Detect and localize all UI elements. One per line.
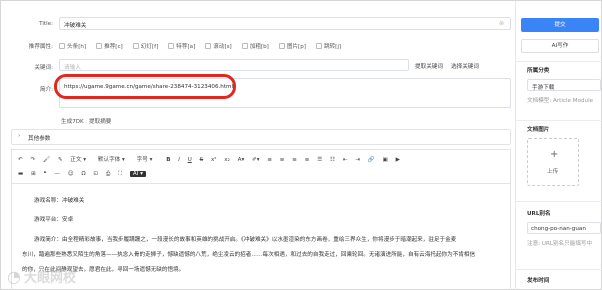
plus-icon: + — [550, 149, 559, 160]
preview-icon[interactable]: ⊡ — [93, 171, 98, 177]
attr-checkbox-image[interactable]: 图片[p] — [278, 42, 306, 50]
image-icon[interactable]: ▣ — [382, 157, 387, 163]
keyword-placeholder: 请输入 — [64, 65, 81, 71]
watermark: ◔ 大眼网校 — [7, 267, 76, 286]
divider — [516, 201, 602, 202]
divider — [516, 120, 602, 121]
extract-keyword-link[interactable]: 提取关键词 — [415, 62, 443, 70]
title-value: 冲破难关 — [64, 23, 87, 29]
emoji-icon[interactable]: ☺ — [68, 171, 74, 177]
ai-assist-button[interactable]: AI ▾ — [129, 171, 146, 177]
font-size-select[interactable]: 字号 ▾ — [137, 155, 153, 163]
print-icon[interactable]: ⎙ — [106, 171, 110, 178]
category-value: 手游下载 — [532, 85, 555, 91]
align-center-icon[interactable]: ≡ — [280, 157, 285, 163]
content-line-platform: 游戏平台：安卓 — [34, 217, 74, 223]
toolbar-row-1: ↶ ↷ 🖌 ✎ 正文 ▾ 默认字体 ▾ 字号 ▾ B I U S x² x₂ A… — [18, 155, 406, 163]
divider — [516, 269, 602, 270]
url-alias-value: chong-po-nan-guan — [531, 226, 586, 232]
app-window: Title: 冲破难关 ⊗ 推荐属性: 头条[h] 推荐[c] 幻灯[f] 特荐… — [0, 0, 602, 290]
select-keyword-link[interactable]: 选择关键词 — [451, 62, 479, 70]
clear-icon[interactable]: ⊗ — [499, 20, 504, 27]
title-label: Title: — [39, 21, 53, 27]
italic-icon[interactable]: I — [178, 157, 180, 163]
fullscreen-icon[interactable]: ⛶ — [118, 171, 122, 178]
ai-write-button[interactable]: AI写作 — [521, 39, 599, 53]
paragraph-select[interactable]: 正文 ▾ — [70, 155, 86, 163]
undo-icon[interactable]: ↶ — [18, 157, 23, 163]
editor-toolbar: ↶ ↷ 🖌 ✎ 正文 ▾ 默认字体 ▾ 字号 ▾ B I U S x² x₂ A… — [11, 149, 511, 183]
code-icon[interactable]: ▬ — [18, 171, 23, 177]
attr-checkbox-bold[interactable]: 加粗[b] — [241, 42, 269, 50]
attr-checkbox-jump[interactable]: 跳转[j] — [315, 42, 341, 50]
generate-7dk-link[interactable]: 生成7DK — [61, 117, 84, 125]
text-color-icon[interactable]: A▾ — [238, 157, 245, 163]
content-line-intro-3: 的你，只在此间静观望去，愿君在此，寻回一场遗憾无缺的悟境。 — [22, 267, 185, 273]
image-upload-area[interactable]: + 上传 — [527, 138, 579, 186]
font-family-select[interactable]: 默认字体 ▾ — [98, 155, 125, 163]
hr-icon[interactable]: — — [54, 171, 60, 177]
url-alias-input[interactable]: chong-po-nan-guan — [527, 222, 601, 234]
divider — [516, 61, 602, 62]
quote-icon[interactable]: ❝ — [44, 171, 47, 177]
toolbar-row-2: ▬ ⊞ ❝ — ☺ Ω ⊡ ⎙ ⛶ AI ▾ — [18, 171, 152, 178]
content-line-intro-1: 游戏简介：由全程精彩故事，当我步履蹒跚之，一段漫长的故事和英雄的挑战开启。《冲破… — [34, 237, 457, 243]
attr-checkbox-headline[interactable]: 头条[h] — [59, 42, 86, 50]
outdent-icon[interactable]: ⇤ — [343, 157, 348, 163]
bullet-list-icon[interactable]: ☰ — [317, 157, 322, 163]
attr-checkbox-slide[interactable]: 幻灯[f] — [132, 42, 158, 50]
clear-format-icon[interactable]: ✎ — [58, 157, 63, 163]
attr-checkbox-special[interactable]: 特荐[a] — [168, 42, 195, 50]
category-select[interactable]: 手游下载 — [527, 79, 601, 91]
upload-label: 上传 — [547, 169, 559, 175]
doc-model-text: 文档模型: Article Module — [527, 98, 594, 104]
summary-label: 简介: — [39, 87, 53, 93]
attr-checkbox-group: 头条[h] 推荐[c] 幻灯[f] 特荐[a] 滚动[s] 加粗[b] 图片[p… — [59, 42, 351, 50]
table-icon[interactable]: ⊞ — [31, 171, 36, 177]
numbered-list-icon[interactable]: ☷ — [330, 157, 335, 163]
chevron-right-icon: › — [18, 133, 21, 139]
media-icon[interactable]: ▶ — [396, 157, 400, 163]
sidebar-divider — [515, 1, 516, 290]
content-line-intro-2: 东川，踏遍那些熟悉又陌生的角落——执念入骨的走狮子，憾缺遗憾的八荒，绝尘凌云的招… — [22, 252, 476, 258]
keyword-input[interactable]: 请输入 — [59, 59, 409, 71]
other-params-label: 其他参数 — [28, 136, 51, 142]
extract-summary-link[interactable]: 提取摘要 — [89, 117, 111, 125]
attr-label: 推荐属性: — [28, 44, 53, 50]
editor-content[interactable]: 游戏名称：冲破难关 游戏平台：安卓 游戏简介：由全程精彩故事，当我步履蹒跚之，一… — [11, 183, 511, 290]
underline-icon[interactable]: U — [188, 157, 192, 163]
strikethrough-icon[interactable]: S — [200, 157, 204, 163]
paint-format-icon[interactable]: 🖌 — [43, 157, 50, 163]
url-alias-title: URL别名 — [527, 211, 551, 217]
attr-checkbox-recommend[interactable]: 推荐[c] — [96, 42, 123, 50]
highlight-color-icon[interactable]: ✐▾ — [252, 157, 260, 163]
doc-image-title: 文档图片 — [527, 127, 550, 133]
keyword-label: 关键词: — [34, 65, 53, 71]
publish-time-title: 发布时间 — [527, 278, 550, 284]
attr-checkbox-scroll[interactable]: 滚动[s] — [205, 42, 232, 50]
title-input[interactable]: 冲破难关 ⊗ — [59, 17, 511, 30]
align-left-icon[interactable]: ≡ — [267, 157, 272, 163]
subscript-icon[interactable]: x₂ — [224, 157, 230, 163]
url-alias-hint: 注意: URL别名只能填写中 — [527, 241, 593, 247]
highlight-annotation — [54, 74, 236, 99]
superscript-icon[interactable]: x² — [211, 157, 217, 163]
category-title: 所属分类 — [527, 68, 550, 74]
redo-icon[interactable]: ↷ — [30, 157, 35, 163]
link-icon[interactable]: 🔗 — [368, 157, 375, 163]
watermark-logo-icon: ◔ — [7, 267, 21, 286]
align-right-icon[interactable]: ≡ — [292, 157, 297, 163]
content-line-name: 游戏名称：冲破难关 — [34, 198, 85, 204]
watermark-text: 大眼网校 — [23, 271, 76, 286]
submit-button[interactable]: 提交 — [521, 18, 599, 32]
indent-icon[interactable]: ⇥ — [355, 157, 360, 163]
bold-icon[interactable]: B — [166, 157, 170, 163]
other-params-collapse[interactable]: › 其他参数 — [11, 129, 511, 145]
align-justify-icon[interactable]: ≡ — [305, 157, 310, 163]
special-char-icon[interactable]: Ω — [81, 171, 85, 177]
